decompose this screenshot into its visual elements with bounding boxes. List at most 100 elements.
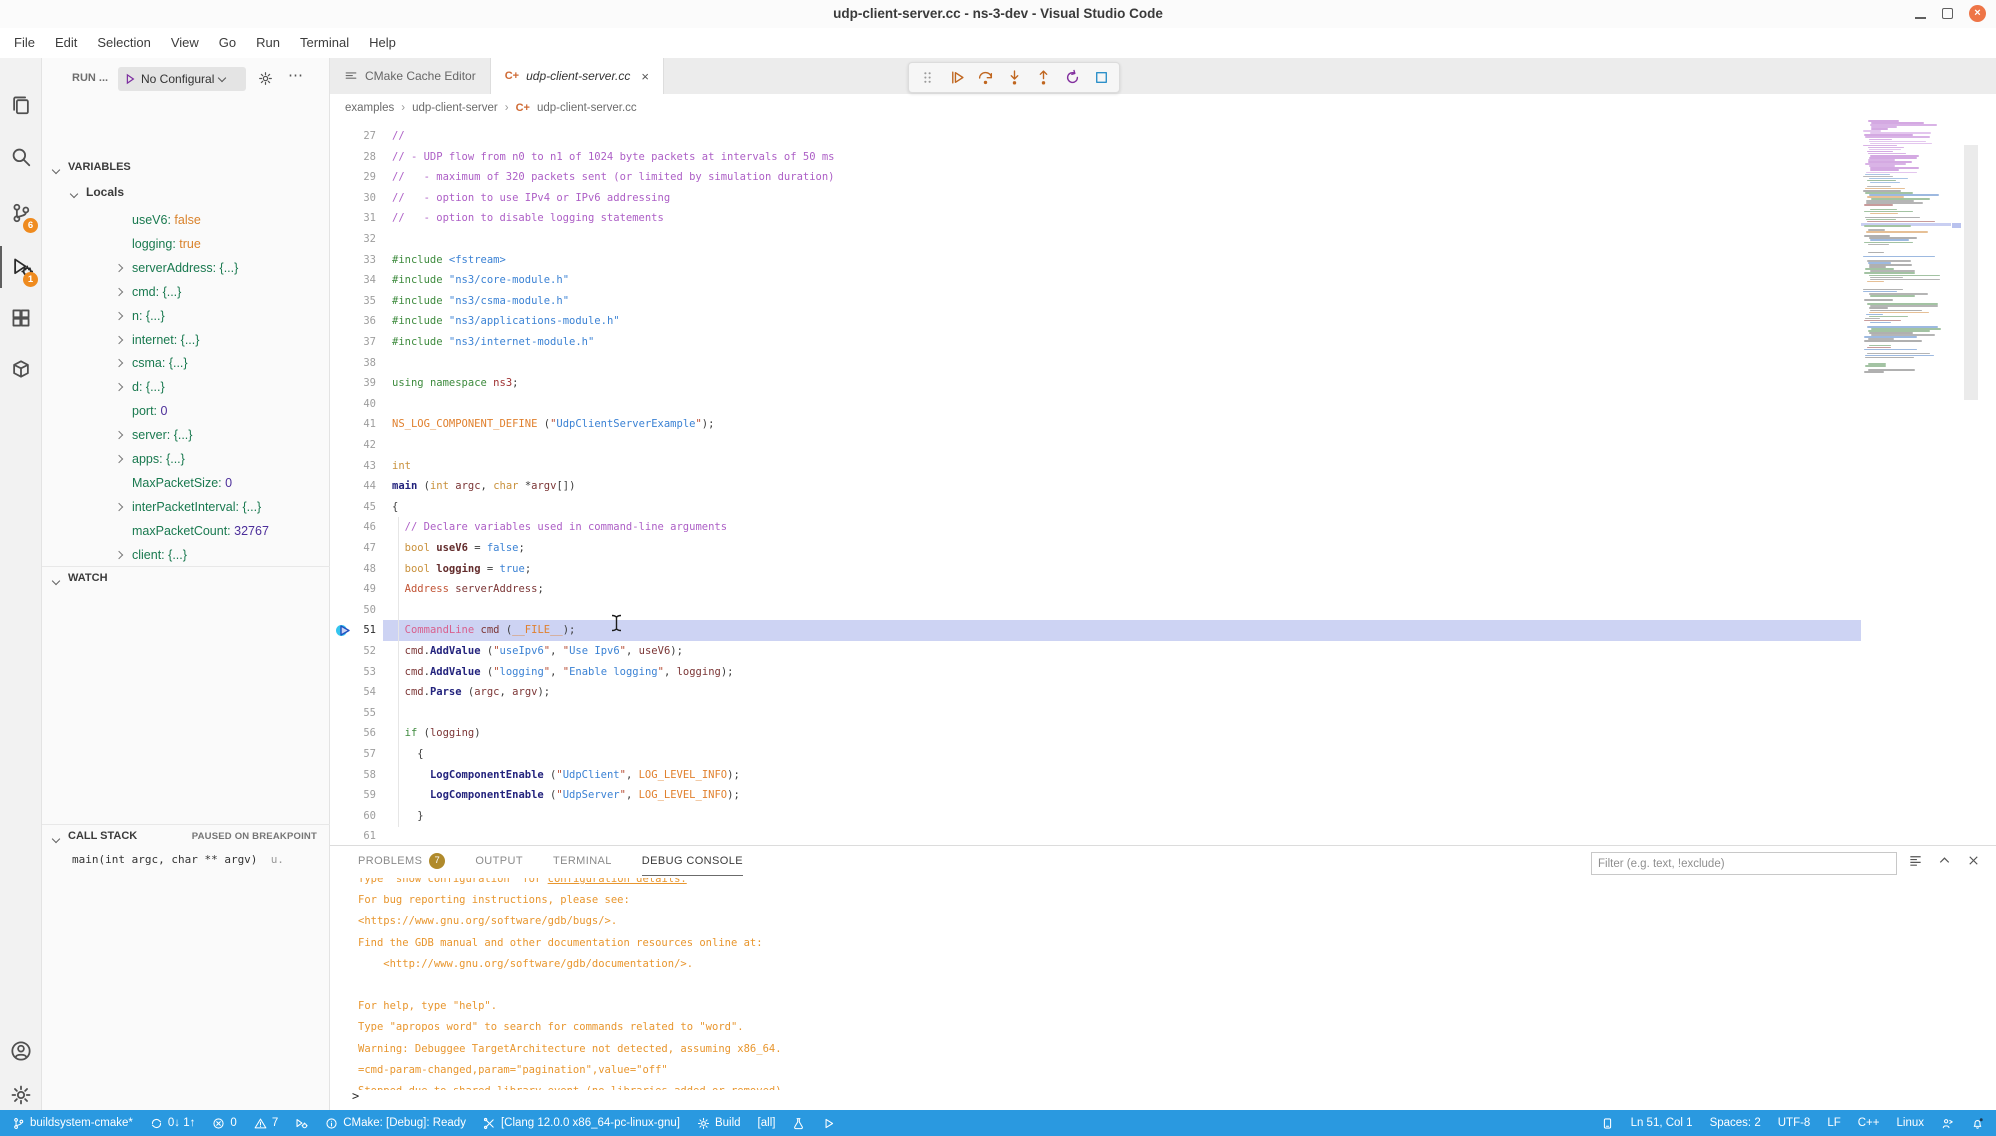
code-line-57[interactable]: 57 {: [330, 744, 1861, 765]
maximize-panel-icon[interactable]: [1937, 853, 1952, 868]
variable-row-useV6[interactable]: useV6: false: [42, 208, 330, 232]
output-actions-icon[interactable]: [1908, 853, 1923, 868]
step-over-icon[interactable]: [972, 65, 998, 91]
line-number[interactable]: 33: [330, 250, 376, 271]
menu-item-help[interactable]: Help: [359, 31, 406, 55]
panel-tab-terminal[interactable]: TERMINAL: [553, 846, 612, 876]
code-line-34[interactable]: 34#include "ns3/core-module.h": [330, 270, 1861, 291]
variables-section-header[interactable]: VARIABLES: [68, 161, 131, 173]
line-number[interactable]: 60: [330, 806, 376, 827]
variable-row-client[interactable]: client: {...}: [42, 543, 330, 567]
status-item-0[interactable]: 0: [212, 1117, 236, 1130]
status-item-ln-51-col-1[interactable]: Ln 51, Col 1: [1631, 1117, 1693, 1129]
line-number[interactable]: 41: [330, 414, 376, 435]
line-number[interactable]: 57: [330, 744, 376, 765]
watch-section-header[interactable]: WATCH: [68, 572, 108, 584]
status-item-0-1[interactable]: 0↓ 1↑: [150, 1117, 196, 1130]
line-number[interactable]: 34: [330, 270, 376, 291]
console-filter-input[interactable]: [1591, 852, 1897, 875]
drag-handle-icon[interactable]: [914, 65, 940, 91]
line-number[interactable]: 45: [330, 497, 376, 518]
close-window-icon[interactable]: ×: [1969, 5, 1986, 22]
code-line-38[interactable]: 38: [330, 353, 1861, 374]
activity-item-package[interactable]: [0, 348, 41, 390]
status-item-feedback-icon[interactable]: [1941, 1117, 1954, 1130]
tab-udp-client-server-cc[interactable]: C+udp-client-server.cc×: [491, 58, 664, 94]
code-line-42[interactable]: 42: [330, 435, 1861, 456]
code-line-37[interactable]: 37#include "ns3/internet-module.h": [330, 332, 1861, 353]
code-line-52[interactable]: 52 cmd.AddValue ("useIpv6", "Use Ipv6", …: [330, 641, 1861, 662]
variable-row-n[interactable]: n: {...}: [42, 304, 330, 328]
status-item-bell-icon[interactable]: [1971, 1117, 1984, 1130]
status-item-clang-12-0-0-x86-64-pc-linux-gnu[interactable]: [Clang 12.0.0 x86_64-pc-linux-gnu]: [483, 1117, 680, 1130]
variable-row-MaxPacketSize[interactable]: MaxPacketSize: 0: [42, 471, 330, 495]
editor-scrollbar[interactable]: [1964, 145, 1978, 400]
line-number[interactable]: 42: [330, 435, 376, 456]
line-number[interactable]: 52: [330, 641, 376, 662]
code-line-50[interactable]: 50: [330, 600, 1861, 621]
variable-row-server[interactable]: server: {...}: [42, 423, 330, 447]
gear-icon[interactable]: [258, 71, 273, 86]
code-line-48[interactable]: 48 bool logging = true;: [330, 559, 1861, 580]
variable-row-apps[interactable]: apps: {...}: [42, 447, 330, 471]
variable-row-d[interactable]: d: {...}: [42, 375, 330, 399]
menu-item-terminal[interactable]: Terminal: [290, 31, 359, 55]
line-number[interactable]: 27: [330, 126, 376, 147]
start-debug-icon[interactable]: [124, 73, 136, 85]
variable-row-maxPacketCount[interactable]: maxPacketCount: 32767: [42, 519, 330, 543]
menu-item-selection[interactable]: Selection: [87, 31, 160, 55]
chevron-down-icon[interactable]: [52, 166, 60, 174]
line-number[interactable]: 35: [330, 291, 376, 312]
status-item-beaker-icon[interactable]: [792, 1117, 805, 1130]
tab-cmake-cache-editor[interactable]: CMake Cache Editor: [330, 58, 491, 94]
line-number[interactable]: 54: [330, 682, 376, 703]
code-line-28[interactable]: 28// - UDP flow from n0 to n1 of 1024 by…: [330, 147, 1861, 168]
line-number[interactable]: 44: [330, 476, 376, 497]
step-into-icon[interactable]: [1001, 65, 1027, 91]
line-number[interactable]: 30: [330, 188, 376, 209]
code-line-29[interactable]: 29// - maximum of 320 packets sent (or l…: [330, 167, 1861, 188]
call-stack-section-header[interactable]: CALL STACK: [68, 830, 137, 842]
status-item-c[interactable]: C++: [1858, 1117, 1880, 1129]
line-number[interactable]: 50: [330, 600, 376, 621]
menu-item-edit[interactable]: Edit: [45, 31, 87, 55]
activity-item-run-debug[interactable]: 1: [0, 246, 41, 288]
line-number[interactable]: 47: [330, 538, 376, 559]
code-line-61[interactable]: 61: [330, 826, 1861, 847]
variable-row-csma[interactable]: csma: {...}: [42, 351, 330, 375]
line-number[interactable]: 31: [330, 208, 376, 229]
more-actions-icon[interactable]: ⋯: [288, 66, 303, 84]
line-number[interactable]: 39: [330, 373, 376, 394]
variable-row-logging[interactable]: logging: true: [42, 232, 330, 256]
status-item-server-icon[interactable]: [1601, 1117, 1614, 1130]
close-tab-icon[interactable]: ×: [641, 69, 649, 84]
stack-frame[interactable]: main(int argc, char ** argv) u.: [72, 853, 284, 866]
activity-item-search[interactable]: [0, 136, 41, 178]
code-editor[interactable]: 27//28// - UDP flow from n0 to n1 of 102…: [330, 126, 1861, 845]
status-item-build[interactable]: Build: [697, 1117, 741, 1130]
maximize-icon[interactable]: [1942, 8, 1953, 19]
code-line-54[interactable]: 54 cmd.Parse (argc, argv);: [330, 682, 1861, 703]
code-line-59[interactable]: 59 LogComponentEnable ("UdpServer", LOG_…: [330, 785, 1861, 806]
breadcrumb-item[interactable]: udp-client-server.cc: [537, 102, 637, 114]
chevron-down-icon[interactable]: [52, 577, 60, 585]
minimap[interactable]: [1861, 120, 1951, 845]
minimize-icon[interactable]: [1915, 17, 1926, 19]
code-line-53[interactable]: 53 cmd.AddValue ("logging", "Enable logg…: [330, 662, 1861, 683]
status-item-lf[interactable]: LF: [1827, 1117, 1840, 1129]
line-number[interactable]: 48: [330, 559, 376, 580]
code-line-55[interactable]: 55: [330, 703, 1861, 724]
activity-item-account[interactable]: [0, 1030, 41, 1072]
code-line-41[interactable]: 41NS_LOG_COMPONENT_DEFINE ("UdpClientSer…: [330, 414, 1861, 435]
line-number[interactable]: 46: [330, 517, 376, 538]
chevron-down-icon[interactable]: [52, 835, 60, 843]
code-line-39[interactable]: 39using namespace ns3;: [330, 373, 1861, 394]
status-item-utf-8[interactable]: UTF-8: [1778, 1117, 1811, 1129]
continue-icon[interactable]: [943, 65, 969, 91]
code-line-40[interactable]: 40: [330, 394, 1861, 415]
line-number[interactable]: 37: [330, 332, 376, 353]
line-number[interactable]: 32: [330, 229, 376, 250]
code-line-56[interactable]: 56 if (logging): [330, 723, 1861, 744]
menu-item-file[interactable]: File: [4, 31, 45, 55]
activity-item-source-control[interactable]: 6: [0, 192, 41, 234]
